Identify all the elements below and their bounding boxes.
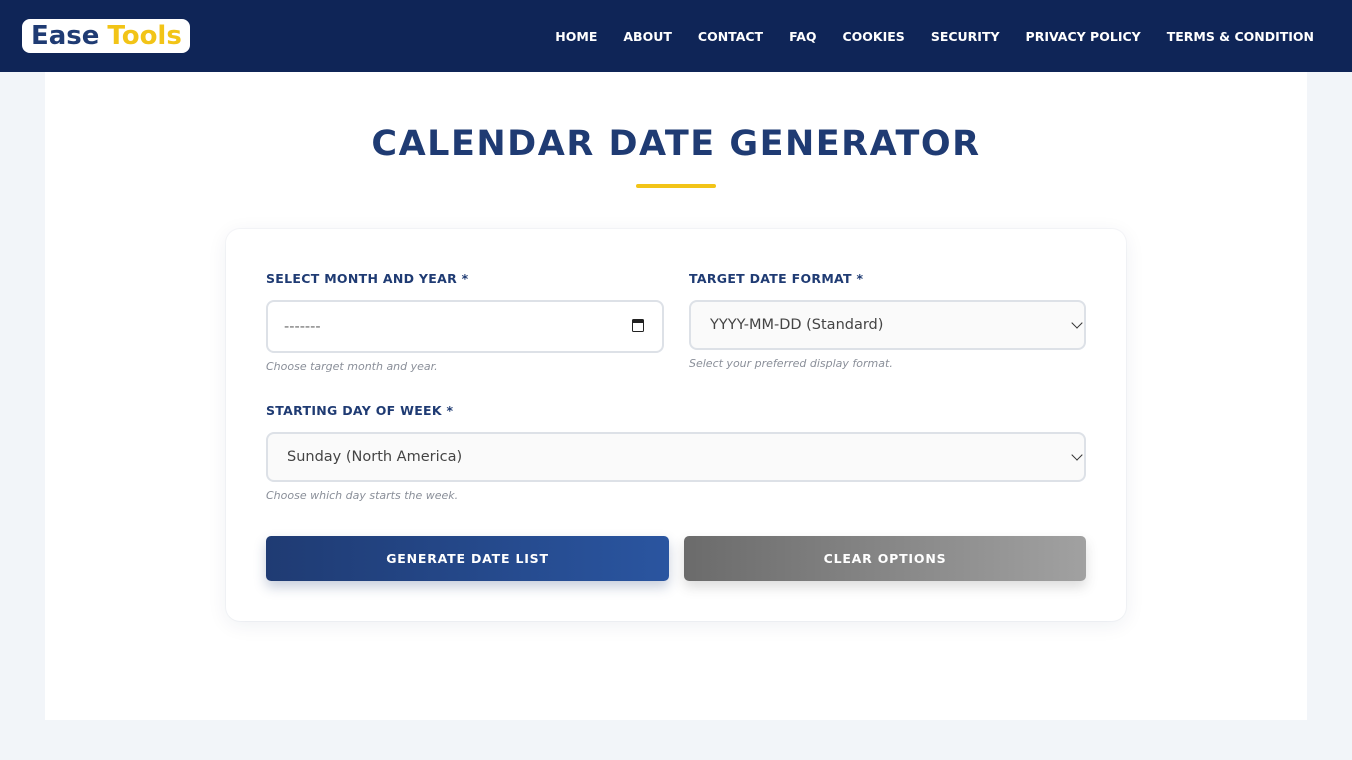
start-day-hint: Choose which day starts the week. <box>266 489 459 502</box>
top-navbar: Ease Tools HOME ABOUT CONTACT FAQ COOKIE… <box>0 0 1352 72</box>
month-year-label: SELECT MONTH AND YEAR * <box>266 271 469 286</box>
nav-home[interactable]: HOME <box>555 29 597 44</box>
nav-faq[interactable]: FAQ <box>789 29 816 44</box>
main-content: CALENDAR DATE GENERATOR SELECT MONTH AND… <box>45 72 1307 720</box>
title-underline <box>636 184 716 188</box>
month-year-value: ------- <box>284 318 321 335</box>
site-logo[interactable]: Ease Tools <box>22 19 190 53</box>
nav-privacy-policy[interactable]: PRIVACY POLICY <box>1026 29 1141 44</box>
generate-date-list-button[interactable]: GENERATE DATE LIST <box>266 536 669 581</box>
start-day-chevron-wrap <box>1068 434 1084 480</box>
logo-word-tools: Tools <box>107 21 182 51</box>
month-year-hint: Choose target month and year. <box>266 360 438 373</box>
date-format-label: TARGET DATE FORMAT * <box>689 271 864 286</box>
generator-form-card: SELECT MONTH AND YEAR * ------- Choose t… <box>226 229 1126 621</box>
date-format-select[interactable]: YYYY-MM-DD (Standard) <box>689 300 1086 350</box>
nav-security[interactable]: SECURITY <box>931 29 1000 44</box>
date-format-selected: YYYY-MM-DD (Standard) <box>710 317 884 333</box>
date-format-hint: Select your preferred display format. <box>689 357 893 370</box>
month-year-input[interactable]: ------- <box>266 300 664 353</box>
date-format-chevron-wrap <box>1068 302 1084 348</box>
clear-options-button[interactable]: CLEAR OPTIONS <box>684 536 1086 581</box>
page-title: CALENDAR DATE GENERATOR <box>371 124 981 164</box>
start-day-select[interactable]: Sunday (North America) <box>266 432 1086 482</box>
start-day-label: STARTING DAY OF WEEK * <box>266 403 454 418</box>
nav-cookies[interactable]: COOKIES <box>843 29 905 44</box>
logo-word-ease: Ease <box>31 21 100 51</box>
nav-about[interactable]: ABOUT <box>623 29 672 44</box>
main-nav: HOME ABOUT CONTACT FAQ COOKIES SECURITY … <box>529 29 1314 44</box>
start-day-selected: Sunday (North America) <box>287 449 463 465</box>
chevron-down-icon <box>1071 449 1083 461</box>
nav-terms-condition[interactable]: TERMS & CONDITION <box>1167 29 1314 44</box>
nav-contact[interactable]: CONTACT <box>698 29 763 44</box>
chevron-down-icon <box>1071 317 1083 329</box>
calendar-icon[interactable] <box>632 319 644 332</box>
